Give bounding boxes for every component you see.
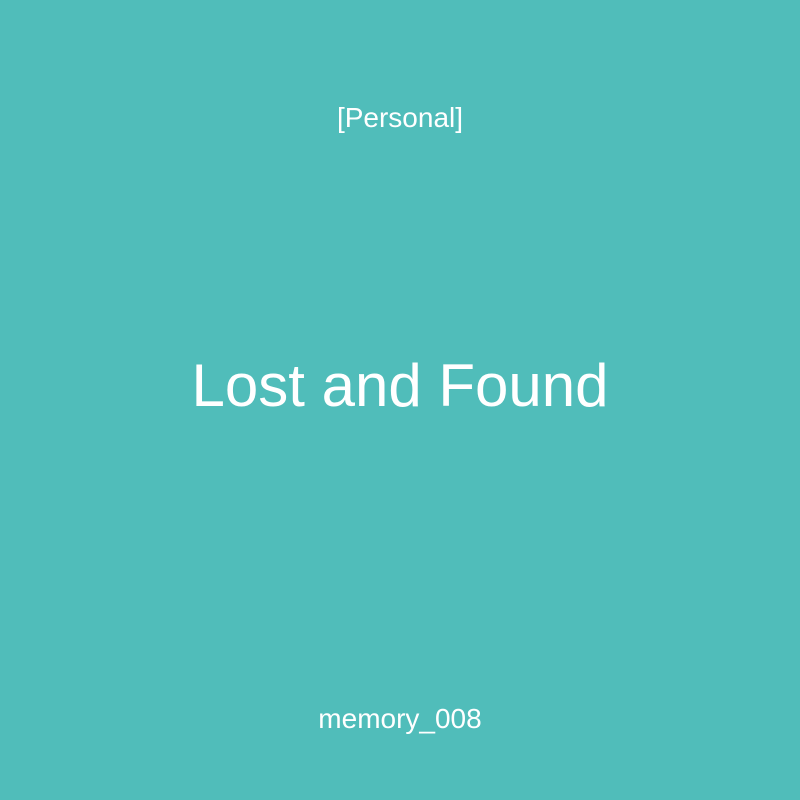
- category-label: [Personal]: [336, 102, 464, 133]
- memory-card: [Personal] Lost and Found memory_008: [0, 0, 800, 800]
- card-title: Lost and Found: [191, 352, 609, 419]
- memory-id-label: memory_008: [318, 703, 482, 734]
